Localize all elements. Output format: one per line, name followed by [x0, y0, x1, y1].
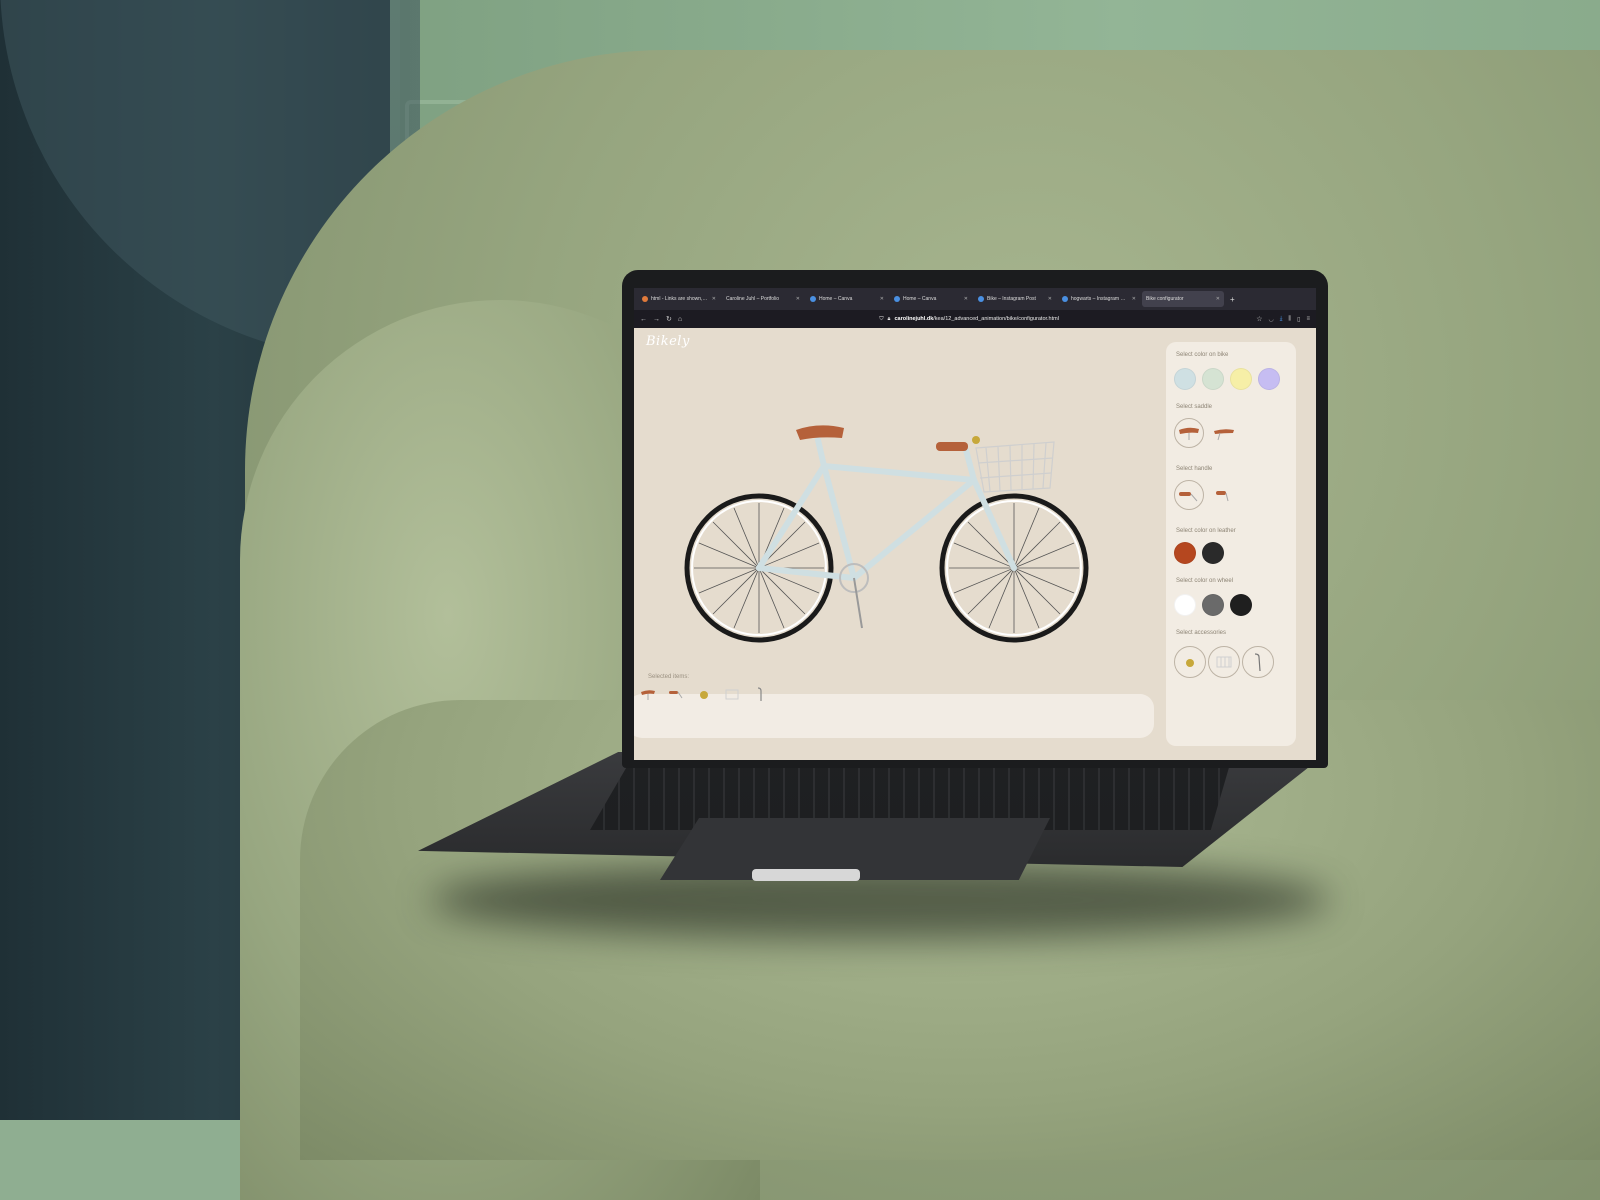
- accessories-label: Select accessories: [1176, 630, 1227, 636]
- handle-option-curved[interactable]: [1210, 481, 1238, 509]
- orange-favicon-icon: [642, 296, 648, 302]
- bike-color-swatch[interactable]: [1258, 368, 1280, 390]
- back-icon[interactable]: ←: [640, 316, 647, 323]
- bike-configurator-page: Bikely Selected items: Select color on b…: [634, 328, 1316, 760]
- download-icon[interactable]: ⤓: [1280, 316, 1283, 323]
- browser-tab[interactable]: hogwarts – Instagram Post ✕: [1058, 291, 1140, 307]
- front-basket: [975, 441, 1055, 493]
- close-icon[interactable]: ✕: [1048, 296, 1052, 302]
- basket-icon: [1216, 656, 1232, 668]
- accessory-bell[interactable]: [1174, 646, 1206, 678]
- close-icon[interactable]: ✕: [712, 296, 716, 302]
- handle-label: Select handle: [1176, 466, 1213, 472]
- configurator-panel: Select color on bike Select saddle Selec…: [1166, 342, 1296, 746]
- handle-option-straight[interactable]: [1174, 480, 1204, 510]
- menu-icon[interactable]: ≡: [1306, 316, 1310, 323]
- url-domain: carolinejuhl.dk: [894, 316, 934, 322]
- saddle-icon: [1214, 429, 1234, 441]
- canva-favicon-icon: [978, 296, 984, 302]
- leather-color-options: [1174, 542, 1224, 564]
- laptop-screen: html - Links are shown, but yo... ✕ Caro…: [634, 288, 1316, 760]
- wheel-color-swatch[interactable]: [1202, 594, 1224, 616]
- close-icon[interactable]: ✕: [796, 296, 800, 302]
- bike-color-swatch[interactable]: [1174, 368, 1196, 390]
- saddle-option-classic[interactable]: [1174, 418, 1204, 448]
- tab-label: hogwarts – Instagram Post: [1071, 296, 1129, 302]
- kickstand: [853, 577, 863, 629]
- canva-favicon-icon: [810, 296, 816, 302]
- selected-saddle-icon: [641, 690, 655, 700]
- laptop-front-notch: [752, 869, 860, 881]
- accessories-options: [1174, 646, 1274, 678]
- browser-tab[interactable]: Bike – Instagram Post ✕: [974, 291, 1056, 307]
- handle-icon: [1216, 491, 1229, 502]
- wheel-color-label: Select color on wheel: [1176, 578, 1234, 584]
- close-icon[interactable]: ✕: [1132, 296, 1136, 302]
- close-icon[interactable]: ✕: [880, 296, 884, 302]
- selected-basket-icon: [725, 689, 739, 700]
- bike-color-label: Select color on bike: [1176, 352, 1229, 358]
- selected-items-tray: [634, 687, 1154, 738]
- bikely-logo[interactable]: Bikely: [646, 334, 690, 349]
- browser-tab[interactable]: html - Links are shown, but yo... ✕: [638, 291, 720, 307]
- browser-tab[interactable]: Home – Canva ✕: [806, 291, 888, 307]
- saddle-icon: [1179, 427, 1199, 440]
- forward-icon[interactable]: →: [653, 316, 660, 323]
- saddle-label: Select saddle: [1176, 404, 1213, 410]
- handle-options: [1174, 480, 1238, 510]
- leather-color-label: Select color on leather: [1176, 528, 1236, 534]
- toolbar-icons: ◡ ⤓ ⫼ ▯ ≡: [1269, 316, 1311, 323]
- new-tab-button[interactable]: +: [1226, 295, 1239, 304]
- lock-icon: 🔒︎: [887, 315, 891, 322]
- bike-color-options: [1174, 368, 1280, 390]
- url-bar[interactable]: ⛉ 🔒︎ carolinejuhl.dk/kea/12_advanced_ani…: [688, 313, 1251, 325]
- handlebar: [936, 436, 980, 451]
- selected-handle-icon: [669, 691, 683, 699]
- browser-tab-bar: html - Links are shown, but yo... ✕ Caro…: [634, 288, 1316, 310]
- leather-color-swatch[interactable]: [1202, 542, 1224, 564]
- sidebar-icon[interactable]: ▯: [1297, 316, 1300, 323]
- leather-color-swatch[interactable]: [1174, 542, 1196, 564]
- browser-tab-active[interactable]: Bike configurator ✕: [1142, 291, 1224, 307]
- browser-tab[interactable]: Home – Canva ✕: [890, 291, 972, 307]
- reload-icon[interactable]: ↻: [666, 315, 672, 323]
- close-icon[interactable]: ✕: [964, 296, 968, 302]
- tab-label: Home – Canva: [819, 296, 853, 302]
- wheel-color-options: [1174, 594, 1252, 616]
- bike-color-swatch[interactable]: [1230, 368, 1252, 390]
- tab-label: Bike – Instagram Post: [987, 296, 1036, 302]
- close-icon[interactable]: ✕: [1216, 296, 1220, 302]
- library-icon[interactable]: ⫼: [1288, 316, 1291, 323]
- wheel-color-swatch[interactable]: [1174, 594, 1196, 616]
- handle-icon: [1179, 492, 1198, 502]
- selected-items-label: Selected items:: [648, 674, 690, 680]
- tab-label: Home – Canva: [903, 296, 937, 302]
- bike-image: [684, 425, 1089, 643]
- home-icon[interactable]: ⌂: [678, 316, 682, 323]
- pocket-icon[interactable]: ◡: [1269, 316, 1274, 323]
- browser-tab[interactable]: Caroline Juhl – Portfolio ✕: [722, 291, 804, 307]
- shield-icon: ⛉: [879, 315, 884, 322]
- tab-label: html - Links are shown, but yo...: [651, 296, 709, 302]
- canva-favicon-icon: [1062, 296, 1068, 302]
- saddle-option-sport[interactable]: [1210, 419, 1238, 447]
- saddle-options: [1174, 418, 1238, 448]
- browser-nav-bar: ← → ↻ ⌂ ⛉ 🔒︎ carolinejuhl.dk/kea/12_adva…: [634, 310, 1316, 328]
- selected-kickstand-icon: [757, 687, 762, 701]
- selected-bell-icon: [700, 691, 708, 699]
- accessory-kickstand[interactable]: [1242, 646, 1274, 678]
- accessory-basket[interactable]: [1208, 646, 1240, 678]
- kickstand-icon: [1254, 653, 1261, 672]
- bookmark-star-icon[interactable]: ☆: [1256, 315, 1262, 323]
- bike-color-swatch[interactable]: [1202, 368, 1224, 390]
- url-path: /kea/12_advanced_animation/bike/configur…: [933, 316, 1059, 322]
- selected-items-section: Selected items:: [634, 668, 1154, 738]
- wheel-color-swatch[interactable]: [1230, 594, 1252, 616]
- bell-icon: [1186, 659, 1194, 667]
- tab-label: Caroline Juhl – Portfolio: [726, 296, 780, 302]
- tab-label: Bike configurator: [1146, 296, 1184, 302]
- canva-favicon-icon: [894, 296, 900, 302]
